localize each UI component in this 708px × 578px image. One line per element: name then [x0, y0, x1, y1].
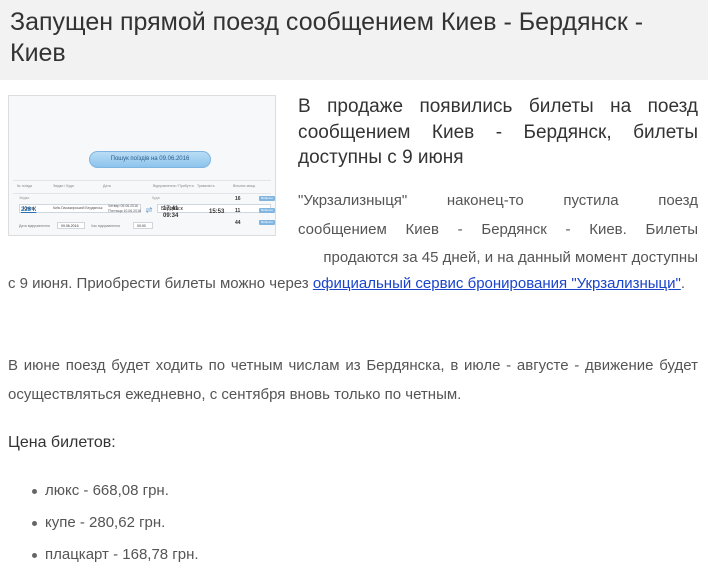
depart-time: 17:41	[163, 206, 179, 212]
article-lead: В продаже появились билеты на поезд сооб…	[298, 96, 698, 168]
booking-service-link[interactable]: официальный сервис бронирования "Укрзали…	[313, 275, 681, 292]
col-times: Відправлення / Прибуття	[153, 184, 194, 188]
paragraph-2: В июне поезд будет ходить по четным числ…	[8, 357, 698, 403]
train-row: 228 К Київ-Пасажирський Бердянськ Четвер…	[13, 194, 275, 232]
train-dates: Четвер 09.06.2016 П'ятниця 10.06.2016	[108, 204, 141, 214]
results-header: № поїзда Звідки / Куди Дата Відправлення…	[13, 180, 271, 194]
list-item: плацкарт - 168,78 грн.	[8, 539, 199, 571]
col-seats: Вільних місць	[233, 184, 256, 188]
paragraph-1-line-2: сообщением Киев - Бердянск - Киев. Билет…	[298, 221, 698, 238]
train-number: 228 К	[21, 207, 37, 213]
col-train-number: № поїзда	[17, 184, 33, 188]
bullet-icon	[32, 521, 37, 526]
train-duration: 15:53	[209, 209, 225, 215]
arrive-time: 09:34	[163, 213, 179, 219]
col-route: Звідки / Куди	[53, 184, 74, 188]
paragraph-1-line-4: с 9 июня. Приобрести билеты можно через …	[8, 270, 698, 298]
paragraph-1-line-3: продаются за 45 дней, и на данный момент…	[323, 249, 698, 266]
seats-kupe: 11	[235, 208, 241, 214]
price-lux: люкс - 668,08 грн.	[45, 482, 169, 499]
prices-heading: Цена билетов:	[8, 434, 116, 451]
price-kupe: купе - 280,62 грн.	[45, 514, 166, 531]
prices-list: люкс - 668,08 грн. купе - 280,62 грн. пл…	[8, 475, 199, 571]
choose-button: Вибрати	[259, 196, 275, 201]
train-times: 17:41 09:34	[163, 206, 178, 220]
price-platzkart: плацкарт - 168,78 грн.	[45, 546, 199, 563]
bullet-icon	[32, 553, 37, 558]
arrive-date: П'ятниця 10.06.2016	[108, 209, 141, 213]
choose-button: Вибрати	[259, 208, 275, 213]
list-item: купе - 280,62 грн.	[8, 507, 199, 539]
col-date: Дата	[103, 184, 111, 188]
search-trains-button: Пошук поїздів на 09.06.2016	[89, 151, 211, 168]
bullet-icon	[32, 489, 37, 494]
title-bar: Запущен прямой поезд сообщением Киев - Б…	[0, 0, 708, 80]
seats-lux: 16	[235, 196, 241, 202]
paragraph-1-line-1: "Укрзализныця" наконец-то пустила поезд	[298, 192, 698, 209]
choose-button: Вибрати	[259, 220, 275, 225]
paragraph-1-period: .	[680, 275, 685, 292]
booking-screenshot-image: Звідки Куди Киев Бердянск Дата відправле…	[8, 95, 276, 236]
list-item: люкс - 668,08 грн.	[8, 475, 199, 507]
paragraph-1-text: с 9 июня. Приобрести билеты можно через	[8, 275, 313, 292]
train-route: Київ-Пасажирський Бердянськ	[53, 206, 103, 210]
article-title: Запущен прямой поезд сообщением Киев - Б…	[10, 8, 644, 67]
col-duration: Тривалість	[197, 184, 215, 188]
seats-platzkart: 44	[235, 220, 241, 226]
